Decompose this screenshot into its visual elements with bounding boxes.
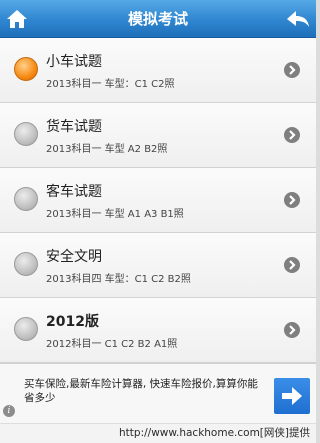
exam-item-subtitle: 2013科目一 车型：C1 C2照 <box>46 79 175 90</box>
radio-selected-icon[interactable] <box>14 57 38 81</box>
arrow-right-icon <box>282 387 302 405</box>
exam-item-bus[interactable]: 客车试题 2013科目一 车型 A1 A3 B1照 <box>0 168 316 233</box>
exam-item-title: 安全文明 <box>46 249 102 265</box>
chevron-right-icon[interactable] <box>284 62 300 78</box>
chevron-right-icon[interactable] <box>284 322 300 338</box>
exam-item-title: 客车试题 <box>46 184 102 200</box>
exam-list: 小车试题 2013科目一 车型：C1 C2照 货车试题 2013科目一 车型 A… <box>0 38 316 363</box>
ad-arrow-button[interactable] <box>274 378 310 414</box>
exam-item-subtitle: 2013科目四 车型：C1 C2 B2照 <box>46 274 191 285</box>
ad-text: 买车保险,最新车险计算器, 快速车险报价,算算你能省多少 <box>24 378 258 404</box>
exam-item-truck[interactable]: 货车试题 2013科目一 车型 A2 B2照 <box>0 103 316 168</box>
exam-item-car[interactable]: 小车试题 2013科目一 车型：C1 C2照 <box>0 38 316 103</box>
radio-icon[interactable] <box>14 122 38 146</box>
chevron-right-icon[interactable] <box>284 192 300 208</box>
title-bar: 模拟考试 <box>0 0 316 38</box>
exam-item-safety[interactable]: 安全文明 2013科目四 车型：C1 C2 B2照 <box>0 233 316 298</box>
exam-item-subtitle: 2013科目一 车型 A1 A3 B1照 <box>46 209 184 220</box>
radio-icon[interactable] <box>14 252 38 276</box>
exam-item-2012[interactable]: 2012版 2012科目一 C1 C2 B2 A1照 <box>0 298 316 363</box>
page-title: 模拟考试 <box>127 10 188 28</box>
exam-item-title: 小车试题 <box>46 54 102 70</box>
chevron-right-icon[interactable] <box>284 257 300 273</box>
exam-item-title: 货车试题 <box>46 119 102 135</box>
back-arrow-icon[interactable] <box>286 9 310 29</box>
ad-banner[interactable]: i 买车保险,最新车险计算器, 快速车险报价,算算你能省多少 <box>0 363 316 423</box>
exam-item-title: 2012版 <box>46 314 99 330</box>
radio-icon[interactable] <box>14 317 38 341</box>
chevron-right-icon[interactable] <box>284 127 300 143</box>
info-icon[interactable]: i <box>3 405 15 417</box>
radio-icon[interactable] <box>14 187 38 211</box>
exam-item-subtitle: 2013科目一 车型 A2 B2照 <box>46 144 168 155</box>
watermark-url: http://www.hackhome.com[网侠]提供 <box>0 423 316 443</box>
exam-item-subtitle: 2012科目一 C1 C2 B2 A1照 <box>46 339 178 350</box>
